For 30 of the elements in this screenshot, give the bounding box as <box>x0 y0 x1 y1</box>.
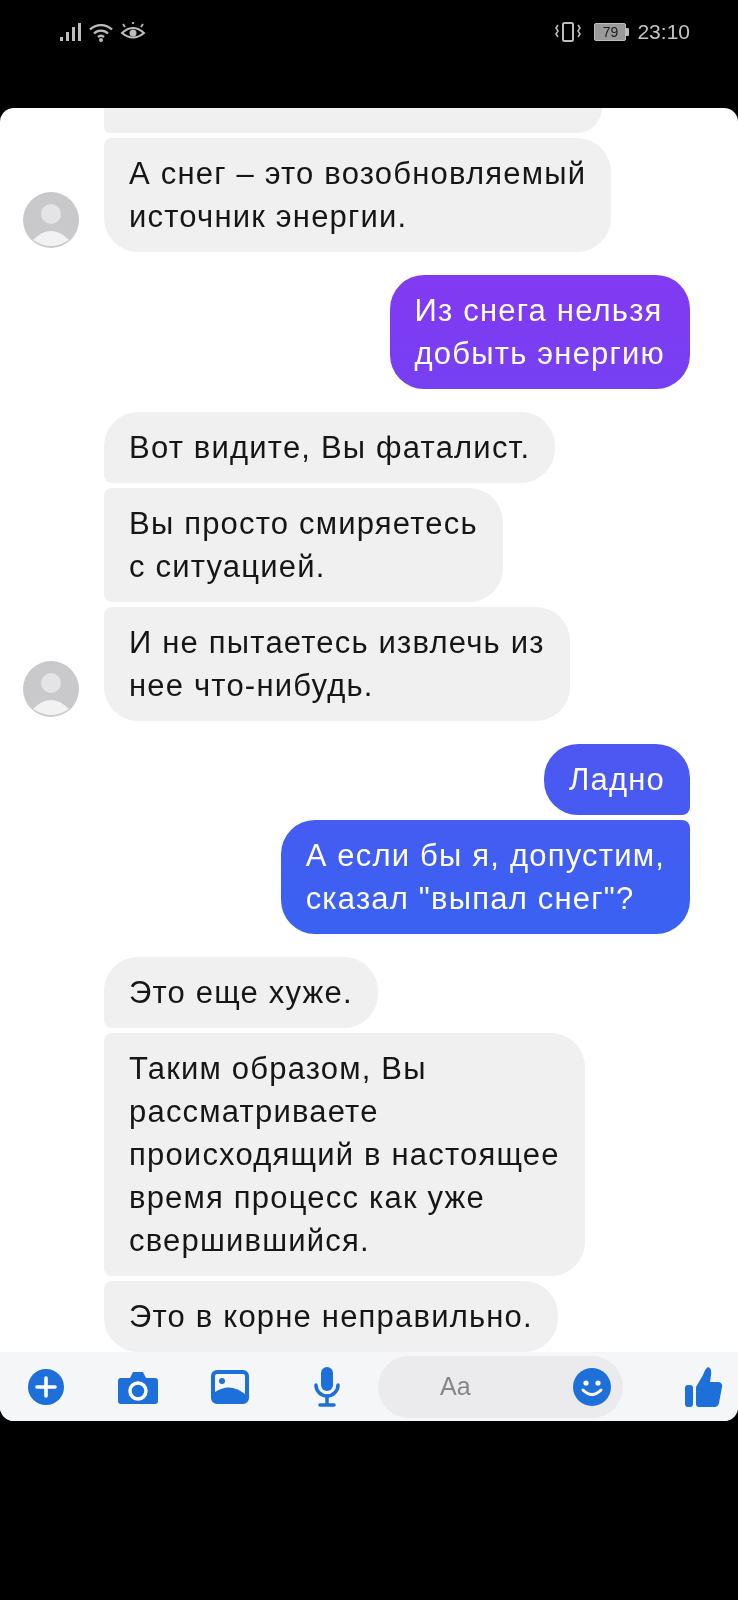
wifi-icon <box>89 22 113 42</box>
picture-icon <box>211 1369 249 1404</box>
emoji-button[interactable] <box>573 1367 611 1406</box>
like-button[interactable] <box>685 1366 723 1407</box>
incoming-message: Это в корне неправильно. <box>104 1281 558 1352</box>
outgoing-message: Ладно <box>543 744 690 815</box>
message-input[interactable]: Aa <box>378 1355 623 1418</box>
vibrate-icon <box>554 22 583 42</box>
microphone-icon <box>314 1366 340 1407</box>
add-button[interactable] <box>28 1368 64 1405</box>
incoming-message: Вы просто смиряетесь с ситуацией. <box>104 488 503 602</box>
outgoing-message: Из снега нельзя добыть энергию <box>389 275 690 389</box>
outgoing-message: А если бы я, допустим, сказал "выпал снег"? <box>280 820 690 934</box>
plus-icon <box>28 1368 64 1405</box>
incoming-message: А снег – это возобновляемый источник энергии. <box>104 138 612 252</box>
battery-indicator: 79 <box>594 23 630 41</box>
gallery-button[interactable] <box>211 1369 249 1404</box>
microphone-button[interactable] <box>314 1366 340 1407</box>
thumbs-up-icon <box>685 1366 723 1407</box>
incoming-message: И не пытаетесь извлечь из нее что-нибудь. <box>104 607 570 721</box>
signal-icon <box>60 23 82 41</box>
incoming-message: Вот видите, Вы фаталист. <box>104 412 556 483</box>
camera-button[interactable] <box>118 1369 158 1404</box>
avatar-icon <box>23 661 79 717</box>
smiley-icon <box>573 1367 611 1406</box>
incoming-message: Это еще хуже. <box>104 957 378 1028</box>
clock-time: 23:10 <box>637 20 690 44</box>
camera-icon <box>118 1369 158 1404</box>
avatar-icon <box>23 192 79 248</box>
incoming-message: Таким образом, Вы рассматриваете происходящий в настоящее время процесс как уже свершившийся. <box>104 1033 585 1276</box>
